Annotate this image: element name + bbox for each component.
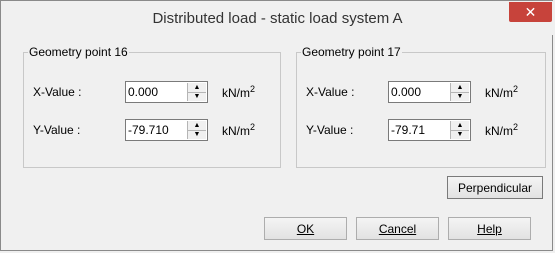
spin-up-icon[interactable]: ▲: [188, 83, 206, 93]
dialog-body: Geometry point 16 X-Value : ▲ ▼ kN/m2 Y-…: [9, 41, 546, 250]
x-value-spinbox-point-16[interactable]: ▲ ▼: [125, 81, 208, 103]
y-value-spinbox-point-16[interactable]: ▲ ▼: [125, 119, 208, 141]
x-value-spinbox-point-17[interactable]: ▲ ▼: [388, 81, 471, 103]
group-title: Geometry point 16: [29, 45, 128, 59]
spin-arrows: ▲ ▼: [450, 121, 469, 139]
y-value-spinbox-point-17[interactable]: ▲ ▼: [388, 119, 471, 141]
close-icon: ✕: [524, 3, 537, 20]
dialog-window: Distributed load - static load system A …: [0, 0, 554, 251]
help-button[interactable]: Help: [448, 217, 531, 240]
spin-down-icon[interactable]: ▼: [451, 93, 469, 102]
y-unit-label: kN/m2: [485, 122, 519, 138]
x-value-label: X-Value :: [306, 85, 355, 99]
group-geometry-point-16: Geometry point 16: [23, 45, 281, 168]
dialog-title: Distributed load - static load system A: [152, 9, 403, 27]
x-value-input-point-17[interactable]: [391, 83, 446, 100]
spin-arrows: ▲ ▼: [187, 121, 206, 139]
x-value-label: X-Value :: [33, 85, 82, 99]
x-unit-label: kN/m2: [222, 84, 256, 100]
ok-button[interactable]: OK: [264, 217, 347, 240]
title-bar: Distributed load - static load system A …: [1, 1, 554, 35]
spin-up-icon[interactable]: ▲: [451, 121, 469, 131]
group-geometry-point-17: Geometry point 17: [296, 45, 546, 168]
x-value-row-point-17: X-Value : ▲ ▼ kN/m2: [306, 81, 518, 103]
spin-down-icon[interactable]: ▼: [451, 131, 469, 140]
group-title: Geometry point 17: [302, 45, 401, 59]
spin-down-icon[interactable]: ▼: [188, 131, 206, 140]
y-value-input-point-17[interactable]: [391, 121, 446, 138]
x-value-row-point-16: X-Value : ▲ ▼ kN/m2: [33, 81, 255, 103]
y-value-row-point-16: Y-Value : ▲ ▼ kN/m2: [33, 119, 255, 141]
x-value-input-point-16[interactable]: [128, 83, 183, 100]
spin-arrows: ▲ ▼: [187, 83, 206, 101]
y-value-label: Y-Value :: [33, 123, 81, 137]
spin-up-icon[interactable]: ▲: [188, 121, 206, 131]
spin-down-icon[interactable]: ▼: [188, 93, 206, 102]
spin-up-icon[interactable]: ▲: [451, 83, 469, 93]
y-value-label: Y-Value :: [306, 123, 354, 137]
y-unit-label: kN/m2: [222, 122, 256, 138]
perpendicular-button[interactable]: Perpendicular: [447, 176, 543, 199]
spin-arrows: ▲ ▼: [450, 83, 469, 101]
y-value-input-point-16[interactable]: [128, 121, 183, 138]
close-button[interactable]: ✕: [509, 2, 552, 22]
y-value-row-point-17: Y-Value : ▲ ▼ kN/m2: [306, 119, 518, 141]
cancel-button[interactable]: Cancel: [356, 217, 439, 240]
x-unit-label: kN/m2: [485, 84, 519, 100]
